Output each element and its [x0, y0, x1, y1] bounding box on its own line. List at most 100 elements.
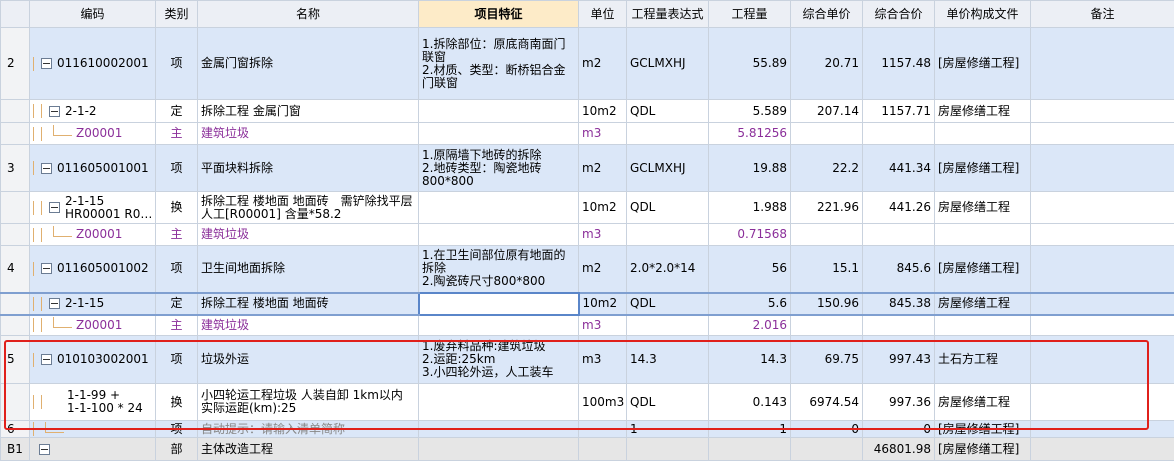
table-row[interactable]: 2-1-15 HR00001 R0… 换 拆除工程 楼地面 地面砖 需铲除找平层 … — [0, 191, 1174, 224]
unit-cell[interactable] — [578, 420, 627, 438]
feature-cell[interactable] — [418, 420, 579, 438]
price-file-cell[interactable]: [房屋修缮工程] — [934, 245, 1031, 293]
remark-cell[interactable] — [1030, 335, 1174, 384]
price-file-cell[interactable] — [934, 314, 1031, 336]
row-index[interactable]: 5 — [0, 335, 30, 384]
price-file-cell[interactable]: [房屋修缮工程] — [934, 437, 1031, 461]
header-unit-price[interactable]: 综合单价 — [790, 0, 863, 28]
feature-cell[interactable] — [418, 223, 579, 246]
expression-cell[interactable] — [626, 122, 709, 145]
code-cell[interactable]: 011605001001 — [29, 144, 156, 192]
price-file-cell[interactable] — [934, 122, 1031, 145]
total-price-cell[interactable]: 845.6 — [862, 245, 935, 293]
header-unit[interactable]: 单位 — [578, 0, 627, 28]
total-price-cell[interactable] — [862, 223, 935, 246]
name-cell[interactable]: 建筑垃圾 — [197, 223, 419, 246]
feature-cell-active[interactable] — [417, 291, 580, 316]
expression-cell[interactable]: QDL — [626, 291, 709, 316]
unit-cell[interactable]: 100m3 — [578, 383, 627, 421]
remark-cell[interactable] — [1030, 99, 1174, 123]
table-row[interactable]: 2-1-2 定 拆除工程 金属门窗 10m2 QDL 5.589 207.14 … — [0, 99, 1174, 123]
unit-price-cell[interactable]: 150.96 — [790, 291, 863, 316]
header-total-price[interactable]: 综合合价 — [862, 0, 935, 28]
name-hint-cell[interactable]: 自动提示：请输入清单简称 — [197, 420, 419, 438]
expression-cell[interactable]: 1 — [626, 420, 709, 438]
row-index[interactable] — [0, 383, 30, 421]
name-cell[interactable]: 小四轮运工程垃圾 人装自卸 1km以内 实际运距(km):25 — [197, 383, 419, 421]
table-row[interactable]: Z00001 主 建筑垃圾 m3 0.71568 — [0, 223, 1174, 246]
remark-cell[interactable] — [1030, 122, 1174, 145]
row-index[interactable] — [0, 314, 30, 336]
name-cell[interactable]: 平面块料拆除 — [197, 144, 419, 192]
total-price-cell[interactable] — [862, 314, 935, 336]
name-cell[interactable]: 卫生间地面拆除 — [197, 245, 419, 293]
price-file-cell[interactable]: [房屋修缮工程] — [934, 420, 1031, 438]
expression-cell[interactable]: GCLMXHJ — [626, 27, 709, 100]
total-price-cell[interactable]: 997.43 — [862, 335, 935, 384]
row-index[interactable] — [0, 122, 30, 145]
unit-cell[interactable]: 10m2 — [578, 99, 627, 123]
price-file-cell[interactable]: [房屋修缮工程] — [934, 27, 1031, 100]
unit-price-cell[interactable]: 15.1 — [790, 245, 863, 293]
unit-cell[interactable]: m3 — [578, 122, 627, 145]
unit-price-cell[interactable] — [790, 437, 863, 461]
price-file-cell[interactable] — [934, 223, 1031, 246]
expression-cell[interactable] — [626, 314, 709, 336]
feature-cell[interactable]: 1.在卫生间部位原有地面的拆除 2.陶瓷砖尺寸800*800 — [418, 245, 579, 293]
remark-cell[interactable] — [1030, 314, 1174, 336]
quantity-cell[interactable]: 19.88 — [708, 144, 791, 192]
header-name[interactable]: 名称 — [197, 0, 419, 28]
row-index[interactable]: 3 — [0, 144, 30, 192]
collapse-icon[interactable] — [49, 202, 60, 213]
header-type[interactable]: 类别 — [155, 0, 198, 28]
price-file-cell[interactable]: 房屋修缮工程 — [934, 291, 1031, 316]
remark-cell[interactable] — [1030, 27, 1174, 100]
total-price-cell[interactable]: 1157.71 — [862, 99, 935, 123]
type-cell[interactable]: 项 — [155, 420, 198, 438]
remark-cell[interactable] — [1030, 383, 1174, 421]
type-cell[interactable]: 定 — [155, 99, 198, 123]
feature-cell[interactable] — [418, 99, 579, 123]
table-row[interactable]: Z00001 主 建筑垃圾 m3 5.81256 — [0, 122, 1174, 145]
remark-cell[interactable] — [1030, 144, 1174, 192]
expression-cell[interactable] — [626, 437, 709, 461]
collapse-icon[interactable] — [49, 105, 60, 117]
row-index[interactable]: 6 — [0, 420, 30, 438]
quantity-cell[interactable]: 5.6 — [708, 291, 791, 316]
price-file-cell[interactable]: 房屋修缮工程 — [934, 191, 1031, 224]
code-cell[interactable]: 2-1-15 HR00001 R0… — [29, 191, 156, 224]
row-index[interactable] — [0, 223, 30, 246]
row-index[interactable] — [0, 99, 30, 123]
feature-cell[interactable]: 1.废弃料品种:建筑垃圾 2.运距:25km 3.小四轮外运，人工装车 — [418, 335, 579, 384]
total-price-cell[interactable]: 0 — [862, 420, 935, 438]
quantity-cell[interactable]: 1.988 — [708, 191, 791, 224]
table-row[interactable]: 2 011610002001 项 金属门窗拆除 1.拆除部位：原底商南面门联窗 2… — [0, 27, 1174, 100]
code-cell[interactable]: 1-1-99 +1-1-100 * 24 — [29, 383, 156, 421]
collapse-icon[interactable] — [41, 58, 52, 69]
total-price-cell[interactable]: 46801.98 — [862, 437, 935, 461]
code-cell[interactable]: 011610002001 — [29, 27, 156, 100]
name-cell[interactable]: 建筑垃圾 — [197, 122, 419, 145]
expression-cell[interactable]: GCLMXHJ — [626, 144, 709, 192]
type-cell[interactable]: 项 — [155, 245, 198, 293]
code-cell[interactable]: 010103002001 — [29, 335, 156, 384]
row-index[interactable]: B1 — [0, 437, 30, 461]
total-price-cell[interactable] — [862, 122, 935, 145]
unit-cell[interactable]: m3 — [578, 223, 627, 246]
total-price-cell[interactable]: 997.36 — [862, 383, 935, 421]
unit-price-cell[interactable] — [790, 314, 863, 336]
code-cell[interactable]: Z00001 — [29, 122, 156, 145]
expression-cell[interactable]: 2.0*2.0*14 — [626, 245, 709, 293]
collapse-icon[interactable] — [41, 263, 52, 275]
quantity-cell[interactable]: 14.3 — [708, 335, 791, 384]
type-cell[interactable]: 换 — [155, 191, 198, 224]
feature-cell[interactable]: 1.原隔墙下地砖的拆除 2.地砖类型：陶瓷地砖800*800 — [418, 144, 579, 192]
feature-cell[interactable] — [418, 191, 579, 224]
type-cell[interactable]: 主 — [155, 122, 198, 145]
header-quantity[interactable]: 工程量 — [708, 0, 791, 28]
price-file-cell[interactable]: 土石方工程 — [934, 335, 1031, 384]
quantity-cell[interactable]: 56 — [708, 245, 791, 293]
header-remark[interactable]: 备注 — [1030, 0, 1174, 28]
remark-cell[interactable] — [1030, 245, 1174, 293]
quantity-cell[interactable]: 2.016 — [708, 314, 791, 336]
